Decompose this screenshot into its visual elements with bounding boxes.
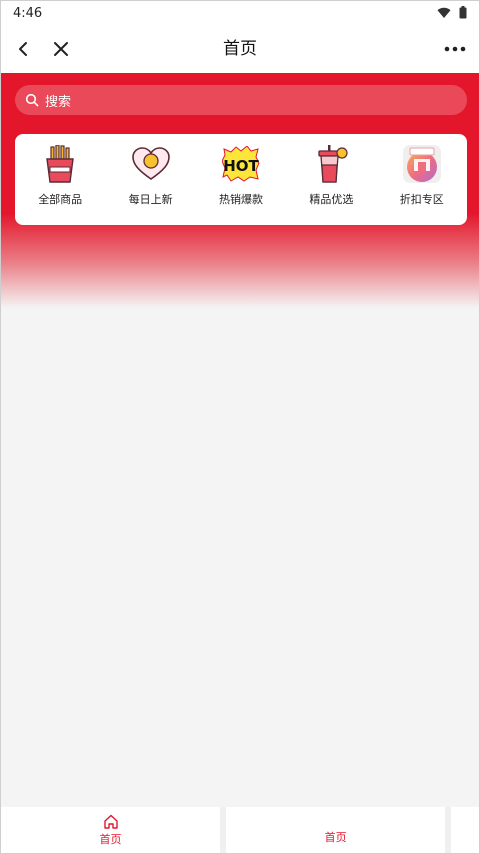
search-placeholder: 搜索 (45, 94, 72, 110)
back-arrow-icon (19, 42, 27, 56)
category-hot-sales[interactable]: HOT 热销爆款 (201, 144, 281, 207)
close-button[interactable] (41, 25, 81, 73)
status-bar: 4:46 (1, 1, 479, 25)
category-label: 全部商品 (38, 193, 83, 206)
category-grid: 全部商品 每日上新 HOT 热销爆款 精品优选 折扣专区 (15, 134, 467, 225)
tab-label: 首页 (99, 832, 122, 846)
hot-icon: HOT (221, 144, 261, 184)
close-icon (54, 42, 68, 56)
more-button[interactable] (435, 25, 475, 73)
tab-label: 首页 (324, 831, 347, 844)
category-discount[interactable]: 折扣专区 (382, 144, 462, 207)
category-label: 热销爆款 (218, 193, 263, 206)
status-time: 4:46 (13, 5, 43, 21)
search-input[interactable]: 搜索 (15, 85, 467, 115)
tab-home-secondary[interactable]: 首页 (226, 807, 446, 853)
more-dots-icon (444, 46, 466, 52)
category-label: 精品优选 (309, 193, 354, 206)
svg-text:HOT: HOT (223, 157, 259, 175)
drink-cup-icon (311, 144, 351, 184)
back-button[interactable] (3, 25, 43, 73)
category-daily-new[interactable]: 每日上新 (111, 144, 191, 207)
app-screen: 4:46 首页 搜索 全部商品 每日上新 HOT 热销爆款 精品优选 折扣专区 … (0, 0, 480, 854)
home-icon (103, 814, 118, 829)
category-all-products[interactable]: 全部商品 (20, 144, 100, 207)
nav-bar: 首页 (1, 25, 479, 73)
category-label: 每日上新 (128, 193, 173, 206)
battery-icon (459, 4, 467, 23)
fries-icon (40, 144, 80, 184)
status-icons (437, 4, 467, 23)
wifi-icon (437, 4, 451, 23)
category-premium[interactable]: 精品优选 (291, 144, 371, 207)
search-icon (25, 93, 39, 107)
heart-egg-icon (131, 144, 171, 184)
bottom-tab-bar: 首页 首页 (1, 807, 479, 853)
tab-home[interactable]: 首页 (1, 807, 221, 853)
category-label: 折扣专区 (399, 193, 444, 206)
discount-shop-icon (402, 144, 442, 184)
tab-partial[interactable] (451, 807, 479, 853)
